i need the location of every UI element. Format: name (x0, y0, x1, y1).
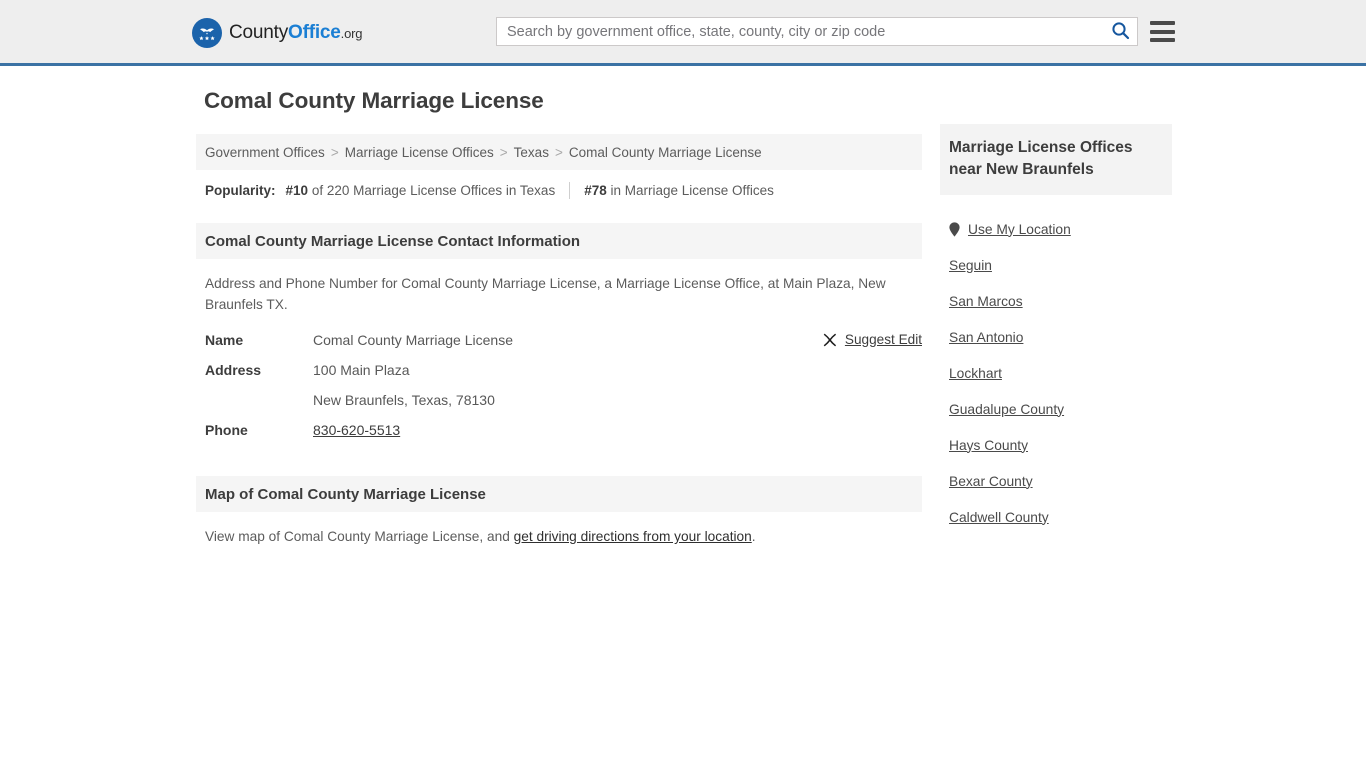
page-title: Comal County Marriage License (204, 88, 544, 113)
table-row: Address 100 Main Plaza (205, 362, 922, 392)
phone-link[interactable]: 830-620-5513 (313, 422, 400, 438)
sidebar: Marriage License Offices near New Braunf… (940, 124, 1172, 535)
row-label-name: Name (205, 332, 244, 348)
breadcrumb-item-marriage-license-offices[interactable]: Marriage License Offices (345, 145, 494, 160)
suggest-edit-button[interactable]: Suggest Edit (823, 332, 922, 347)
sidebar-heading: Marriage License Offices near New Braunf… (940, 124, 1172, 195)
sidebar-item-hays-county[interactable]: Hays County (949, 427, 1172, 463)
sidebar-item-san-antonio[interactable]: San Antonio (949, 319, 1172, 355)
sidebar-link[interactable]: Bexar County (949, 474, 1033, 489)
use-my-location-link[interactable]: Use My Location (968, 222, 1071, 237)
breadcrumb: Government Offices > Marriage License Of… (196, 134, 922, 170)
row-value-name: Comal County Marriage License (313, 332, 513, 348)
logo-text-county: County (229, 22, 289, 43)
site-logo-text: CountyOffice.org (229, 22, 362, 44)
contact-information-heading: Comal County Marriage License Contact In… (196, 223, 922, 259)
popularity-state-text: of 220 Marriage License Offices in Texas (311, 183, 556, 198)
breadcrumb-item-current: Comal County Marriage License (568, 144, 762, 160)
sidebar-link[interactable]: Seguin (949, 258, 992, 273)
table-row: New Braunfels, Texas, 78130 (205, 392, 922, 422)
row-value-address-line2: New Braunfels, Texas, 78130 (313, 392, 495, 408)
breadcrumb-separator: > (330, 144, 339, 160)
table-row: Phone 830-620-5513 (205, 422, 922, 452)
edit-pencil-icon (823, 333, 837, 347)
logo-text-office: Office (288, 22, 341, 43)
sidebar-item-caldwell-county[interactable]: Caldwell County (949, 499, 1172, 535)
sidebar-link[interactable]: Hays County (949, 438, 1028, 453)
sidebar-list: Use My Location Seguin San Marcos San An… (940, 195, 1172, 535)
sidebar-item-bexar-county[interactable]: Bexar County (949, 463, 1172, 499)
popularity-divider (569, 182, 571, 199)
map-section-heading: Map of Comal County Marriage License (196, 476, 922, 512)
sidebar-link[interactable]: Lockhart (949, 366, 1002, 381)
search-input[interactable] (497, 18, 1103, 45)
sidebar-item-san-marcos[interactable]: San Marcos (949, 283, 1172, 319)
popularity-state-rank: #10 (285, 183, 309, 198)
popularity-national-text: in Marriage License Offices (610, 183, 774, 198)
table-row: Name Comal County Marriage License (205, 332, 922, 362)
row-value-address-line1: 100 Main Plaza (313, 362, 410, 378)
popularity-row: Popularity: #10 of 220 Marriage License … (196, 170, 922, 199)
logo-text-tld: .org (340, 26, 363, 41)
search-bar[interactable] (496, 17, 1138, 46)
map-text-after: . (751, 529, 756, 544)
hamburger-menu-icon[interactable] (1150, 19, 1175, 44)
sidebar-item-guadalupe-county[interactable]: Guadalupe County (949, 391, 1172, 427)
sidebar-item-seguin[interactable]: Seguin (949, 247, 1172, 283)
sidebar-link[interactable]: San Marcos (949, 294, 1023, 309)
map-description: View map of Comal County Marriage Licens… (196, 512, 922, 547)
breadcrumb-item-government-offices[interactable]: Government Offices (205, 145, 325, 160)
sidebar-link[interactable]: San Antonio (949, 330, 1023, 345)
driving-directions-link[interactable]: get driving directions from your locatio… (514, 529, 752, 544)
site-logo[interactable]: CountyOffice.org (192, 18, 362, 48)
menu-bar-3 (1150, 38, 1175, 42)
breadcrumb-separator: > (499, 144, 508, 160)
menu-bar-2 (1150, 29, 1175, 34)
sidebar-link[interactable]: Guadalupe County (949, 402, 1064, 417)
map-text-before: View map of Comal County Marriage Licens… (205, 529, 514, 544)
row-label-phone: Phone (205, 422, 248, 438)
main-content: Comal County Marriage License Government… (196, 88, 922, 547)
suggest-edit-label: Suggest Edit (844, 332, 922, 347)
search-icon (1111, 21, 1130, 43)
popularity-national-rank: #78 (584, 183, 607, 198)
map-pin-icon (949, 221, 960, 237)
sidebar-item-use-my-location[interactable]: Use My Location (949, 211, 1172, 247)
site-header: CountyOffice.org (0, 0, 1366, 66)
search-button[interactable] (1103, 18, 1137, 45)
breadcrumb-item-texas[interactable]: Texas (514, 145, 549, 160)
contact-details-table: Name Comal County Marriage License Addre… (196, 332, 922, 452)
row-label-address: Address (205, 362, 262, 378)
sidebar-link[interactable]: Caldwell County (949, 510, 1049, 525)
popularity-label: Popularity: (205, 183, 276, 198)
contact-description: Address and Phone Number for Comal Count… (205, 276, 886, 312)
breadcrumb-separator: > (554, 144, 563, 160)
sidebar-item-lockhart[interactable]: Lockhart (949, 355, 1172, 391)
countyoffice-emblem-icon (192, 18, 222, 48)
menu-bar-1 (1150, 21, 1175, 25)
